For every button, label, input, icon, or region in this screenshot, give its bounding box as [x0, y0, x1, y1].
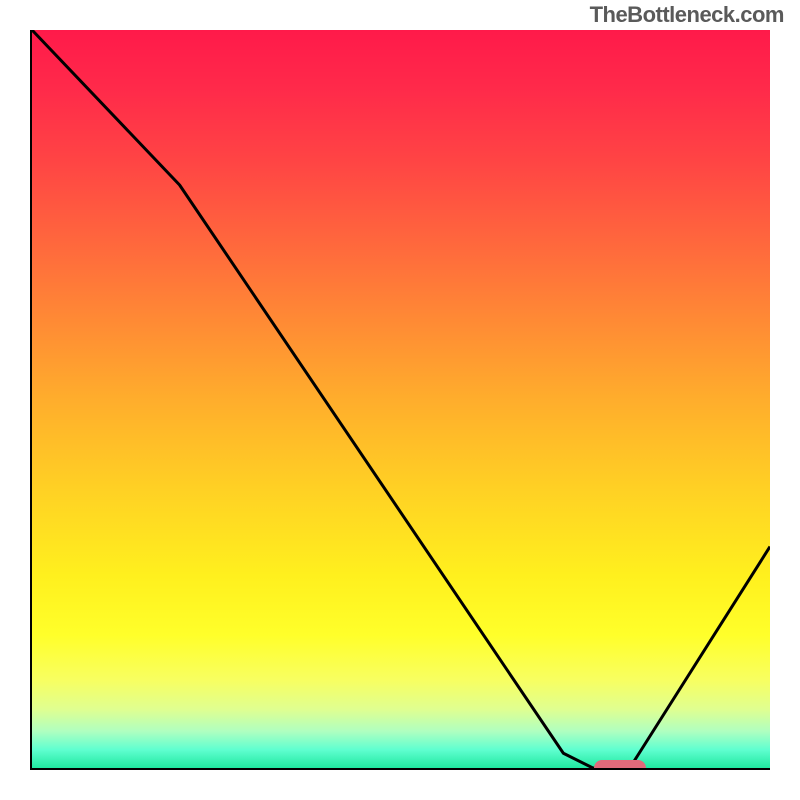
chart-area — [30, 30, 770, 770]
watermark-text: TheBottleneck.com — [590, 2, 784, 28]
chart-curve-svg — [32, 30, 770, 768]
optimal-range-marker — [594, 760, 646, 770]
bottleneck-curve-path — [32, 30, 770, 768]
